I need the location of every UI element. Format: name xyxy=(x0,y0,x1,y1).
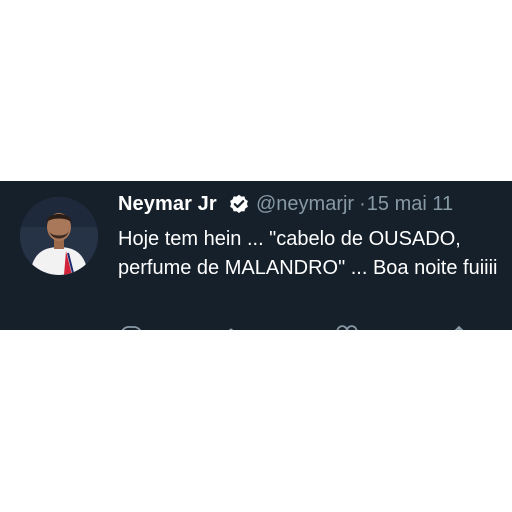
verified-badge-icon xyxy=(229,194,249,214)
tweet-meta: @neymarjr ·15 mai 11 xyxy=(256,192,453,216)
screenshot-canvas: Neymar Jr @neymarjr ·15 mai 11 Hoje tem h… xyxy=(0,0,512,512)
share-icon[interactable] xyxy=(448,325,470,330)
retweet-icon[interactable] xyxy=(226,325,248,330)
tweet-actions xyxy=(118,325,478,330)
like-icon[interactable] xyxy=(336,325,358,330)
reply-icon[interactable] xyxy=(120,325,142,330)
meta-separator: · xyxy=(359,193,366,215)
avatar-image xyxy=(20,197,98,275)
tweet-text: Hoje tem hein ... "cabelo de OUSADO, per… xyxy=(118,228,498,279)
author-handle[interactable]: @neymarjr xyxy=(256,193,354,215)
tweet-date[interactable]: 15 mai 11 xyxy=(367,193,453,215)
avatar[interactable] xyxy=(20,197,98,275)
author-name[interactable]: Neymar Jr xyxy=(118,192,217,216)
tweet-card[interactable]: Neymar Jr @neymarjr ·15 mai 11 Hoje tem h… xyxy=(0,181,512,330)
